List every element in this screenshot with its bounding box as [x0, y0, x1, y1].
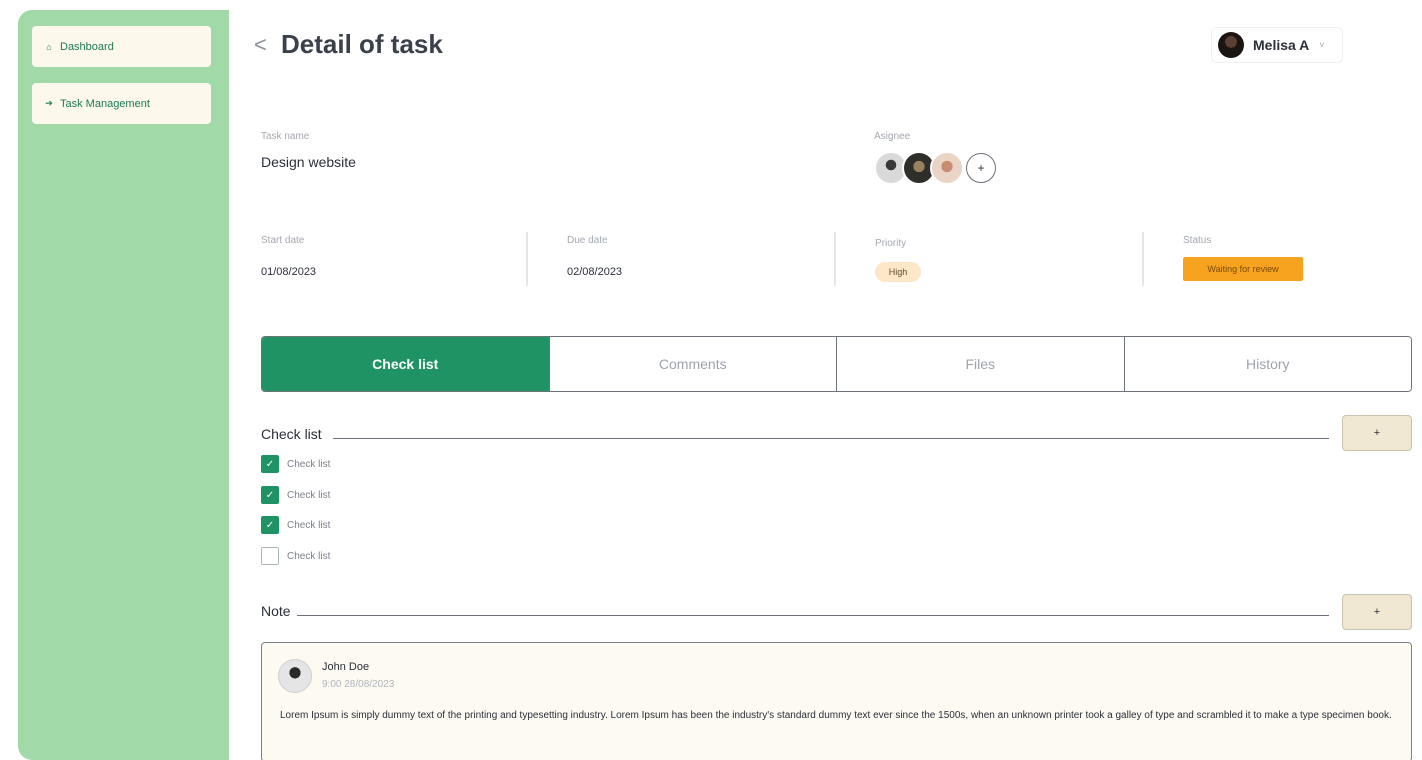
tab-comments[interactable]: Comments	[548, 337, 836, 391]
checklist-item-label: Check list	[287, 458, 331, 470]
add-assignee-button[interactable]: +	[966, 153, 996, 183]
user-name: Melisa A	[1253, 37, 1310, 53]
assignee-list: +	[874, 151, 996, 185]
add-note-button[interactable]: +	[1342, 594, 1412, 630]
checklist-title: Check list	[261, 426, 322, 442]
home-icon: ⌂	[46, 41, 52, 52]
divider	[526, 232, 528, 286]
note-text: Lorem Ipsum is simply dummy text of the …	[280, 710, 1392, 721]
task-name: Design website	[261, 154, 356, 170]
tab-files[interactable]: Files	[836, 337, 1124, 391]
tab-history[interactable]: History	[1123, 337, 1411, 391]
checklist-item-label: Check list	[287, 550, 331, 562]
chevron-down-icon: ˅	[1319, 40, 1325, 50]
main-content: < Detail of task Melisa A ˅ Task name De…	[229, 10, 1422, 760]
user-menu[interactable]: Melisa A ˅	[1211, 27, 1343, 63]
checklist-item[interactable]: ✓ Check list	[261, 486, 330, 504]
note-card: John Doe 9:00 28/08/2023 Lorem Ipsum is …	[261, 642, 1412, 760]
sidebar-item-dashboard[interactable]: ⌂ Dashboard	[32, 26, 211, 67]
checkbox[interactable]: ✓	[261, 516, 279, 534]
checklist-item[interactable]: ✓ Check list	[261, 455, 330, 473]
checkbox[interactable]: ✓	[261, 486, 279, 504]
status-badge[interactable]: Waiting for review	[1183, 257, 1303, 281]
divider	[297, 615, 1329, 616]
sidebar-item-label: Dashboard	[60, 40, 114, 53]
avatar	[1218, 32, 1244, 58]
page-title: Detail of task	[281, 29, 443, 59]
assignee-avatar[interactable]	[930, 151, 964, 185]
due-date: 02/08/2023	[567, 266, 623, 278]
divider	[1142, 232, 1144, 286]
tab-bar: Check list Comments Files History	[261, 336, 1412, 392]
assignee-label: Asignee	[874, 131, 911, 142]
checklist-item[interactable]: Check list	[261, 547, 330, 565]
add-checklist-button[interactable]: +	[1342, 415, 1412, 451]
priority-badge: High	[875, 262, 921, 282]
divider	[333, 438, 1329, 439]
checklist-item-label: Check list	[287, 489, 331, 501]
task-name-label: Task name	[261, 131, 310, 142]
sidebar-item-task-management[interactable]: ➔ Task Management	[32, 83, 211, 124]
start-date-label: Start date	[261, 235, 305, 246]
app-frame: ⌂ Dashboard ➔ Task Management < Detail o…	[18, 10, 1422, 760]
sidebar-item-label: Task Management	[60, 97, 150, 110]
checklist-item-label: Check list	[287, 519, 331, 531]
status-label: Status	[1183, 235, 1212, 246]
checklist-item[interactable]: ✓ Check list	[261, 516, 330, 534]
sidebar: ⌂ Dashboard ➔ Task Management	[18, 10, 229, 760]
start-date: 01/08/2023	[261, 266, 317, 278]
checkbox[interactable]	[261, 547, 279, 565]
avatar	[278, 659, 312, 693]
note-author: John Doe	[322, 661, 370, 673]
note-timestamp: 9:00 28/08/2023	[322, 679, 395, 690]
due-date-label: Due date	[567, 235, 608, 246]
back-icon[interactable]: <	[254, 32, 267, 58]
checkbox[interactable]: ✓	[261, 455, 279, 473]
priority-label: Priority	[875, 238, 907, 249]
note-title: Note	[261, 603, 291, 619]
divider	[834, 232, 836, 286]
tab-check-list[interactable]: Check list	[262, 337, 549, 391]
arrow-icon: ➔	[45, 98, 53, 108]
